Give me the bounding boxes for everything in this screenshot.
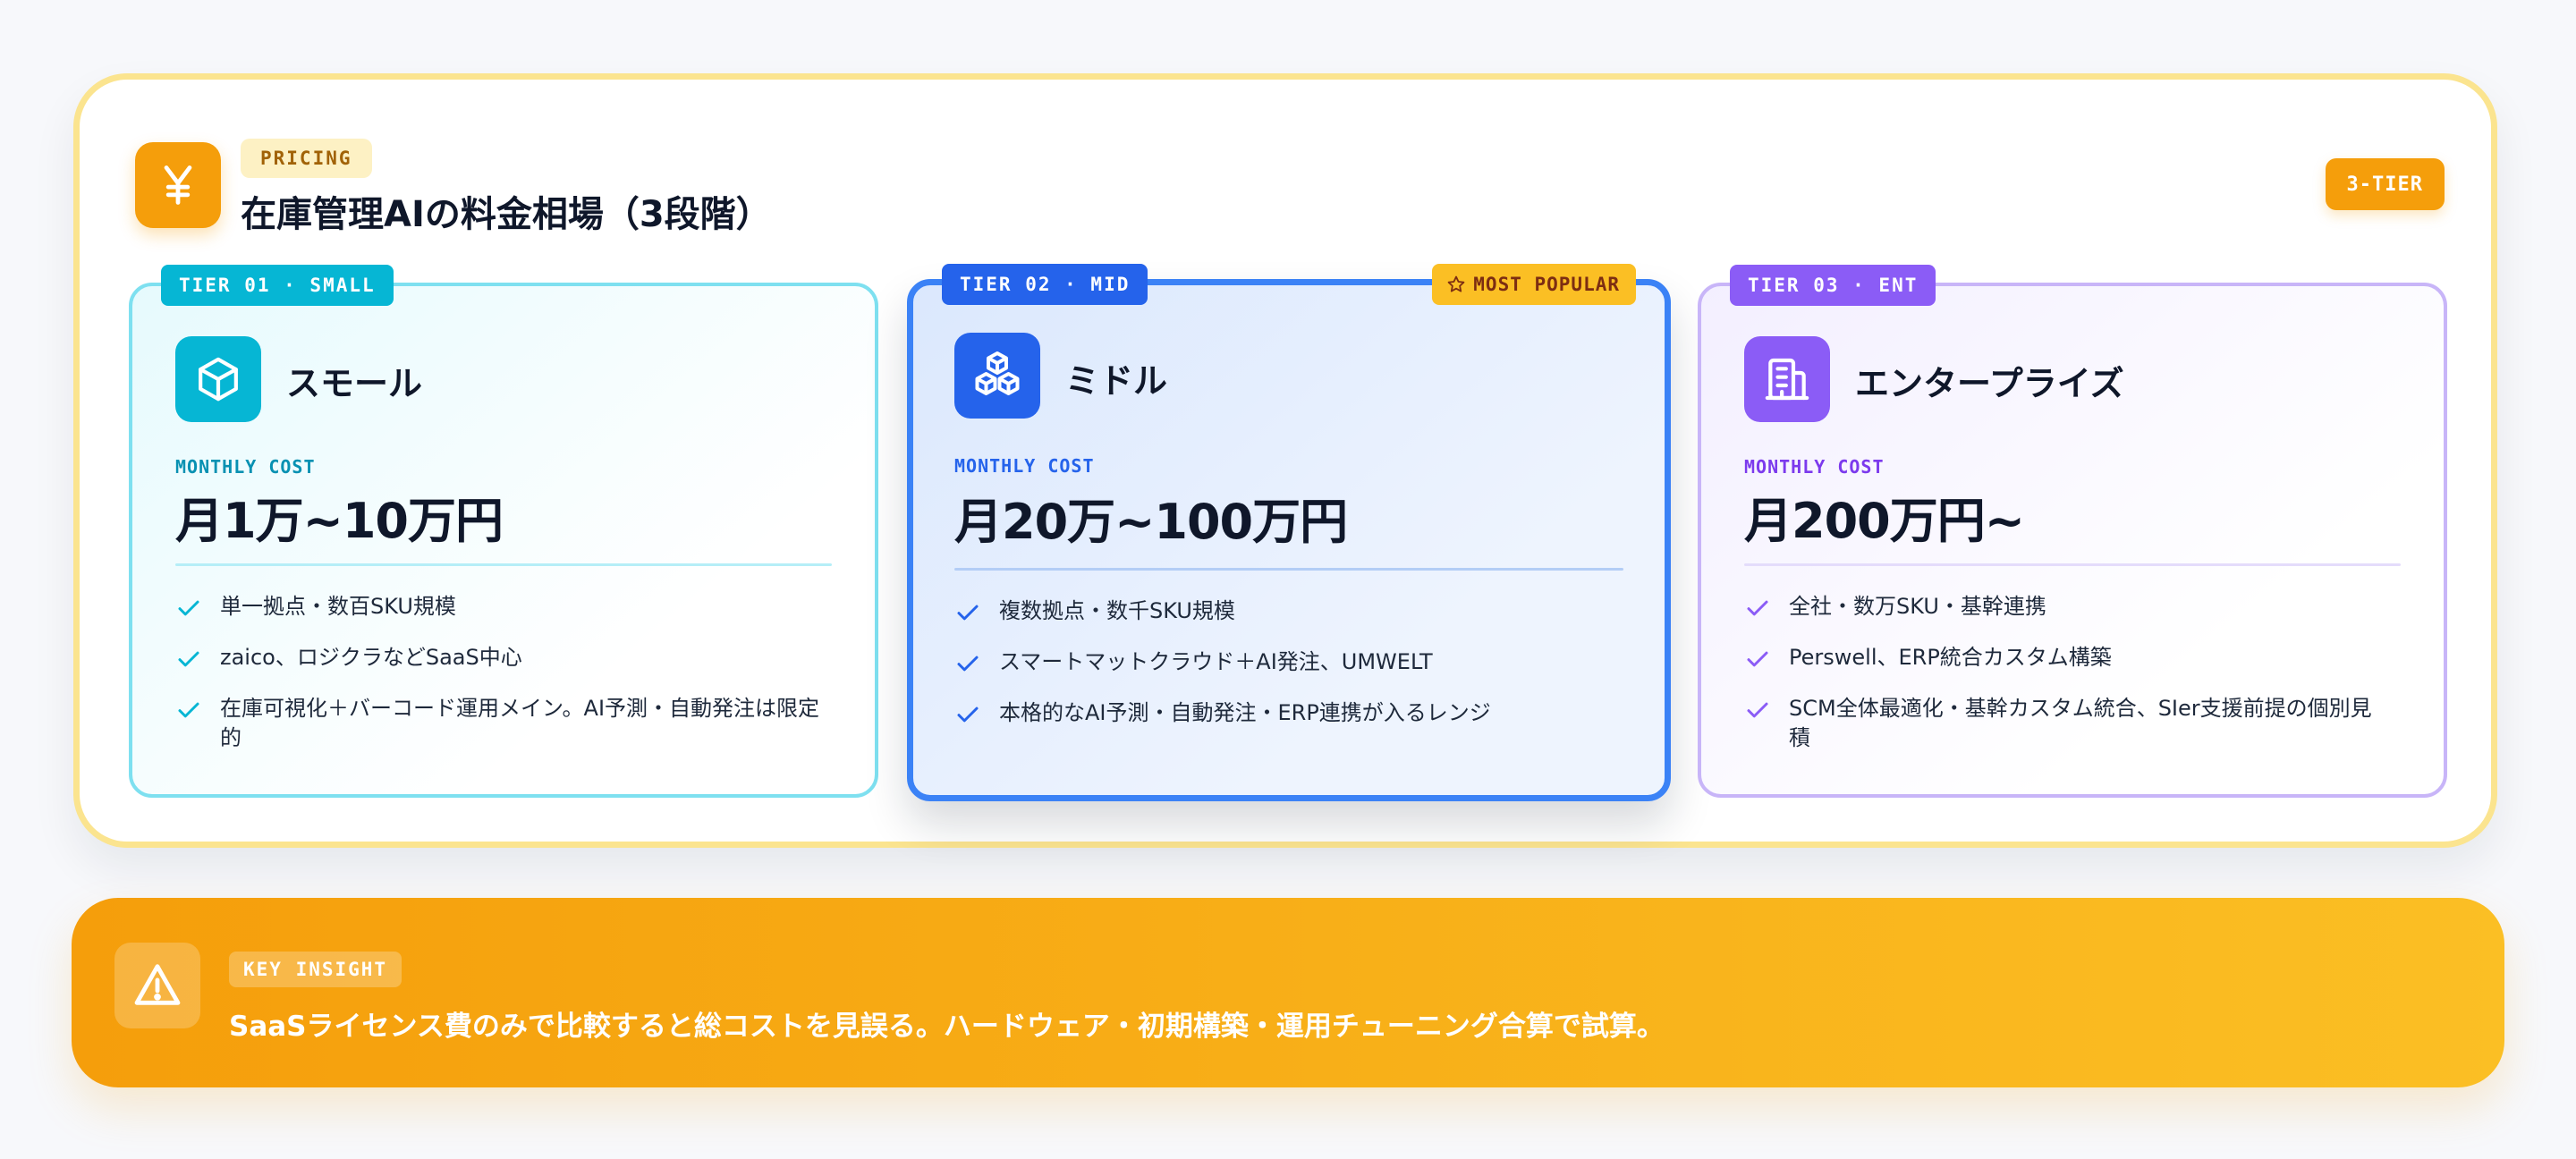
box-icon bbox=[175, 336, 261, 422]
boxes-icon bbox=[954, 333, 1040, 419]
insight-tag: KEY INSIGHT bbox=[229, 952, 402, 987]
feature-item: 在庫可視化＋バーコード運用メイン。AI予測・自動発注は限定的 bbox=[175, 694, 821, 753]
feature-item: 複数拠点・数千SKU規模 bbox=[954, 596, 1611, 626]
check-icon bbox=[178, 651, 199, 667]
check-icon bbox=[178, 600, 199, 616]
check-icon bbox=[1747, 651, 1768, 667]
most-popular-badge: MOST POPULAR bbox=[1432, 264, 1636, 305]
check-icon bbox=[957, 656, 979, 672]
tier-tag: TIER 01 · SMALL bbox=[161, 265, 394, 306]
tier-card-mid[interactable]: TIER 02 · MID MOST POPULAR ミドル MONTHLY C… bbox=[907, 264, 1671, 801]
divider bbox=[175, 563, 832, 566]
key-insight-banner: KEY INSIGHT SaaSライセンス費のみで比較すると総コストを見誤る。ハ… bbox=[72, 898, 2504, 1087]
feature-text: Perswell、ERP統合カスタム構築 bbox=[1789, 645, 2112, 670]
tier-name: ミドル bbox=[1065, 361, 1168, 401]
feature-text: 在庫可視化＋バーコード運用メイン。AI予測・自動発注は限定的 bbox=[220, 696, 820, 750]
feature-text: 本格的なAI予測・自動発注・ERP連携が入るレンジ bbox=[999, 700, 1491, 725]
tier-card-enterprise[interactable]: TIER 03 · ENT エンタープライズ MONTHLY COST 月200… bbox=[1698, 265, 2447, 798]
tier-card-small[interactable]: TIER 01 · SMALL スモール MONTHLY COST 月1万~10… bbox=[129, 265, 878, 798]
yen-icon bbox=[135, 142, 221, 228]
feature-item: Perswell、ERP統合カスタム構築 bbox=[1744, 643, 2390, 673]
tier-name: スモール bbox=[286, 364, 423, 403]
tier-price: 月200万円~ bbox=[1744, 493, 2025, 549]
feature-text: 全社・数万SKU・基幹連携 bbox=[1789, 594, 2046, 619]
feature-item: 全社・数万SKU・基幹連携 bbox=[1744, 592, 2390, 622]
feature-list: 全社・数万SKU・基幹連携 Perswell、ERP統合カスタム構築 SCM全体… bbox=[1744, 592, 2390, 774]
feature-list: 単一拠点・数百SKU規模 zaico、ロジクラなどSaaS中心 在庫可視化＋バー… bbox=[175, 592, 821, 774]
check-icon bbox=[957, 605, 979, 621]
cost-label: MONTHLY COST bbox=[175, 456, 316, 478]
feature-item: 本格的なAI予測・自動発注・ERP連携が入るレンジ bbox=[954, 698, 1611, 728]
feature-list: 複数拠点・数千SKU規模 スマートマットクラウド＋AI発注、UMWELT 本格的… bbox=[954, 596, 1611, 749]
feature-text: 単一拠点・数百SKU規模 bbox=[220, 594, 456, 619]
cost-label: MONTHLY COST bbox=[954, 455, 1095, 477]
badge-label: MOST POPULAR bbox=[1473, 274, 1620, 295]
divider bbox=[954, 568, 1623, 571]
tier-price: 月1万~10万円 bbox=[175, 493, 504, 549]
feature-item: zaico、ロジクラなどSaaS中心 bbox=[175, 643, 821, 673]
check-icon bbox=[957, 706, 979, 723]
star-icon bbox=[1447, 275, 1465, 292]
feature-item: スマートマットクラウド＋AI発注、UMWELT bbox=[954, 647, 1611, 677]
tier-count-badge: 3-TIER bbox=[2325, 158, 2445, 210]
check-icon bbox=[1747, 702, 1768, 718]
page-title: 在庫管理AIの料金相場（3段階） bbox=[241, 194, 772, 235]
feature-text: 複数拠点・数千SKU規模 bbox=[999, 598, 1235, 623]
insight-text: SaaSライセンス費のみで比較すると総コストを見誤る。ハードウェア・初期構築・運… bbox=[229, 1011, 1665, 1043]
pricing-tag: PRICING bbox=[241, 139, 372, 178]
warning-icon bbox=[114, 943, 200, 1028]
tier-price: 月20万~100万円 bbox=[954, 494, 1348, 550]
building-icon bbox=[1744, 336, 1830, 422]
check-icon bbox=[1747, 600, 1768, 616]
feature-text: SCM全体最適化・基幹カスタム統合、SIer支援前提の個別見積 bbox=[1789, 696, 2372, 750]
feature-item: SCM全体最適化・基幹カスタム統合、SIer支援前提の個別見積 bbox=[1744, 694, 2390, 753]
feature-text: zaico、ロジクラなどSaaS中心 bbox=[220, 645, 522, 670]
cost-label: MONTHLY COST bbox=[1744, 456, 1885, 478]
feature-item: 単一拠点・数百SKU規模 bbox=[175, 592, 821, 622]
tier-tag: TIER 03 · ENT bbox=[1730, 265, 1936, 306]
tier-name: エンタープライズ bbox=[1855, 364, 2124, 403]
check-icon bbox=[178, 702, 199, 718]
divider bbox=[1744, 563, 2401, 566]
feature-text: スマートマットクラウド＋AI発注、UMWELT bbox=[999, 649, 1433, 674]
tier-tag: TIER 02 · MID bbox=[942, 264, 1148, 305]
